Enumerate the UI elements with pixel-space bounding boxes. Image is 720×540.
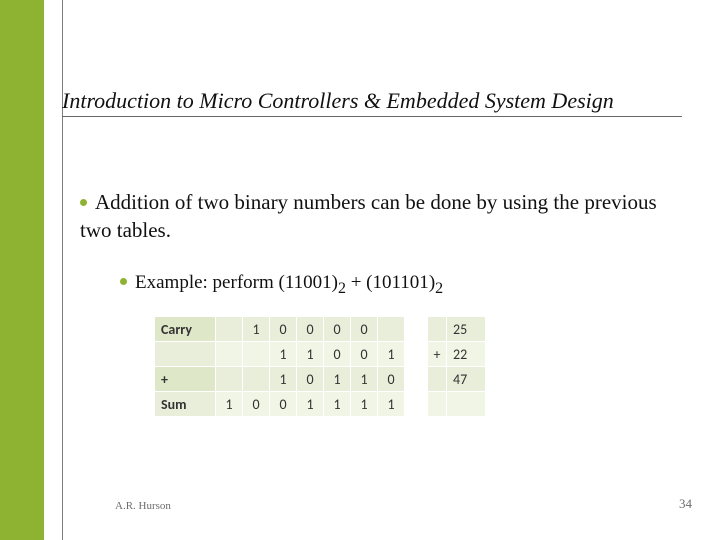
bit-cell: 1 [243,317,270,342]
binary-addition-table: Carry 1 0 0 0 0 25 1 1 0 0 1 + 22 + [154,316,486,417]
bit-cell: 0 [351,342,378,367]
bit-cell [243,367,270,392]
bit-cell: 1 [378,392,405,417]
table-row: 1 1 0 0 1 + 22 [155,342,486,367]
bit-cell: 1 [324,367,351,392]
bit-cell [216,367,243,392]
op-cell [428,392,447,417]
bit-cell: 1 [351,392,378,417]
bit-cell: 1 [324,392,351,417]
bit-cell: 0 [270,317,297,342]
bit-cell: 0 [297,317,324,342]
bit-cell [243,342,270,367]
spacer [405,392,428,417]
bit-cell: 1 [378,342,405,367]
example-bullet: Example: perform (11001)2 + (101101)2 [120,272,680,298]
bit-cell: 1 [270,367,297,392]
bit-cell: 0 [297,367,324,392]
bit-cell: 1 [297,342,324,367]
op-cell: + [428,342,447,367]
spacer [405,342,428,367]
bit-cell: 1 [297,392,324,417]
example-a: 11001 [285,272,332,293]
side-rule-line [62,0,63,540]
example-b: 101101 [373,272,429,293]
bit-cell [216,342,243,367]
footer-author: A.R. Hurson [115,500,171,512]
bullet-dot-icon [80,199,87,206]
decimal-cell: 47 [447,367,486,392]
table-row: Sum 1 0 0 1 1 1 1 [155,392,486,417]
bit-cell: 0 [378,367,405,392]
main-bullet: Addition of two binary numbers can be do… [80,188,680,245]
bullet-dot-icon [120,278,127,285]
decimal-cell: 22 [447,342,486,367]
example-base2: 2 [435,280,443,297]
bit-cell [216,317,243,342]
bit-cell: 1 [351,367,378,392]
table-row: + 1 0 1 1 0 47 [155,367,486,392]
example-prefix: Example: perform ( [135,272,285,293]
slide-title: Introduction to Micro Controllers & Embe… [62,88,682,117]
bit-cell [378,317,405,342]
op-cell [428,317,447,342]
spacer [405,317,428,342]
bit-cell: 0 [324,342,351,367]
row-label: Sum [155,392,216,417]
spacer [405,367,428,392]
bit-cell: 0 [243,392,270,417]
bit-cell: 1 [270,342,297,367]
row-label: Carry [155,317,216,342]
table-row: Carry 1 0 0 0 0 25 [155,317,486,342]
row-label [155,342,216,367]
op-cell [428,367,447,392]
side-accent-bar [0,0,44,540]
bit-cell: 0 [351,317,378,342]
example-base1: 2 [338,280,346,297]
main-bullet-text: Addition of two binary numbers can be do… [80,190,657,242]
bit-cell: 0 [270,392,297,417]
bit-cell: 1 [216,392,243,417]
row-label: + [155,367,216,392]
footer-page-number: 34 [679,496,692,512]
example-plus: + ( [346,272,373,293]
decimal-cell [447,392,486,417]
bit-cell: 0 [324,317,351,342]
decimal-cell: 25 [447,317,486,342]
